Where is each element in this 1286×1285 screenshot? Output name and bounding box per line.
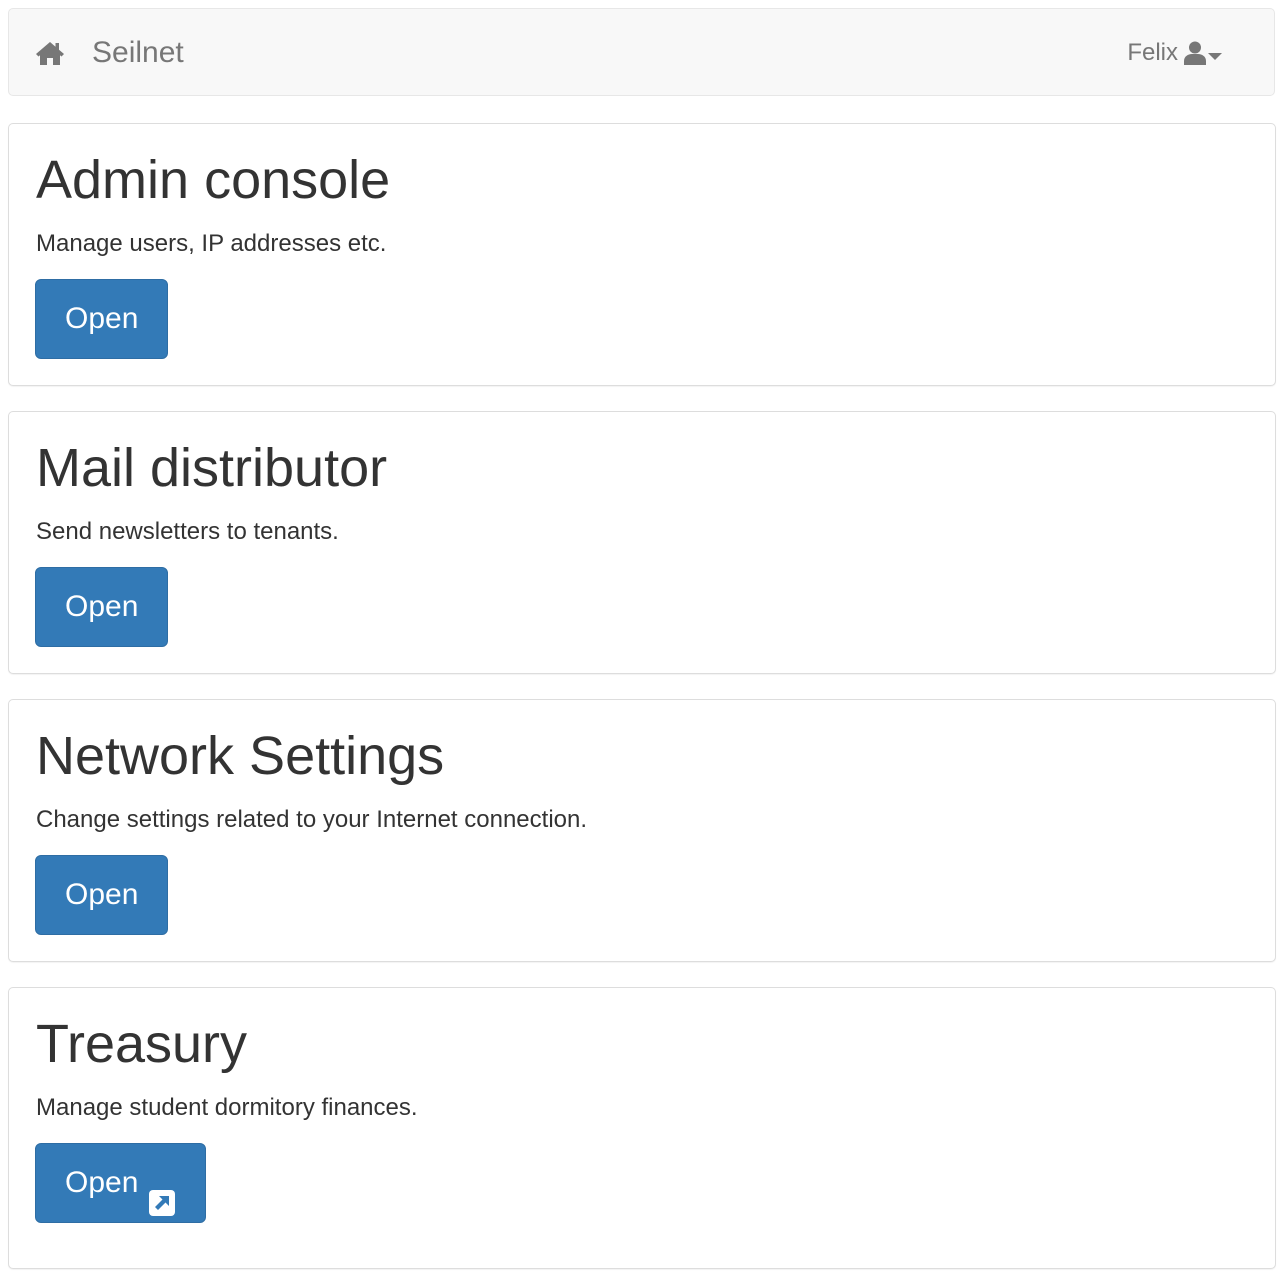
panel-network-settings: Network Settings Change settings related… <box>8 699 1276 962</box>
external-link-icon <box>148 1169 176 1216</box>
open-treasury-button[interactable]: Open <box>35 1143 207 1223</box>
open-network-settings-button[interactable]: Open <box>35 855 169 935</box>
panel-title: Treasury <box>36 1014 248 1074</box>
button-label: Open <box>65 590 139 623</box>
brand-link[interactable]: Seilnet <box>35 33 184 73</box>
button-label: Open <box>65 302 139 335</box>
user-menu-dropdown[interactable]: Felix <box>1127 35 1222 71</box>
panel-title: Admin console <box>36 150 391 210</box>
navbar: Seilnet Felix <box>8 8 1275 96</box>
user-name: Felix <box>1127 39 1178 66</box>
panel-title: Network Settings <box>36 726 445 786</box>
panel-mail-distributor: Mail distributor Send newsletters to ten… <box>8 411 1276 674</box>
panel-treasury: Treasury Manage student dormitory financ… <box>8 987 1276 1269</box>
home-icon <box>35 40 65 66</box>
open-mail-distributor-button[interactable]: Open <box>35 567 169 647</box>
panel-description: Change settings related to your Internet… <box>36 806 588 833</box>
panel-description: Manage users, IP addresses etc. <box>36 230 387 257</box>
panel-title: Mail distributor <box>36 438 388 498</box>
button-label: Open <box>65 878 139 911</box>
brand-name: Seilnet <box>92 36 184 69</box>
panel-admin-console: Admin console Manage users, IP addresses… <box>8 123 1276 386</box>
user-icon <box>1184 41 1206 65</box>
button-label: Open <box>65 1166 139 1199</box>
caret-down-icon <box>1208 48 1222 60</box>
open-admin-console-button[interactable]: Open <box>35 279 169 359</box>
panel-description: Manage student dormitory finances. <box>36 1094 418 1121</box>
panel-description: Send newsletters to tenants. <box>36 518 339 545</box>
